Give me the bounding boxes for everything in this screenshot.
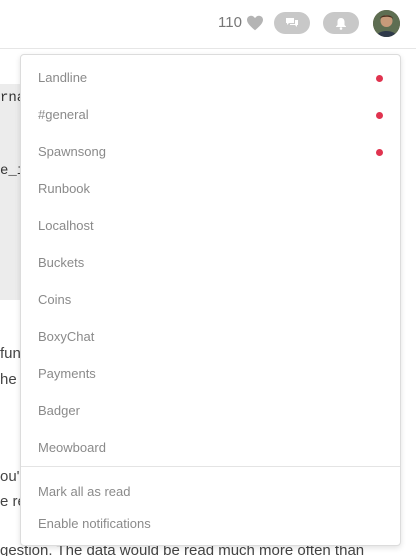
channel-item-meowboard[interactable]: Meowboard bbox=[21, 429, 400, 466]
likes-counter[interactable]: 110 bbox=[218, 14, 264, 31]
channel-item-coins[interactable]: Coins bbox=[21, 281, 400, 318]
channel-label: #general bbox=[38, 107, 89, 122]
page: rna e_i func he r ou'r e re gestion. The… bbox=[0, 0, 416, 556]
notifications-button[interactable] bbox=[323, 12, 359, 34]
channel-item-buckets[interactable]: Buckets bbox=[21, 244, 400, 281]
channel-item-boxychat[interactable]: BoxyChat bbox=[21, 318, 400, 355]
channel-label: Buckets bbox=[38, 255, 85, 270]
channel-label: Coins bbox=[38, 292, 72, 307]
top-bar: 110 bbox=[0, 0, 416, 49]
user-avatar-icon bbox=[373, 10, 400, 37]
channel-list: Landline #general Spawnsong Runbook Loca… bbox=[21, 55, 400, 466]
channel-item-localhost[interactable]: Localhost bbox=[21, 207, 400, 244]
channel-item-badger[interactable]: Badger bbox=[21, 392, 400, 429]
channel-label: Badger bbox=[38, 403, 80, 418]
channel-item-landline[interactable]: Landline bbox=[21, 59, 400, 96]
chat-button[interactable] bbox=[274, 12, 310, 34]
unread-dot-icon bbox=[376, 112, 383, 119]
bell-icon bbox=[336, 17, 346, 30]
channel-item-runbook[interactable]: Runbook bbox=[21, 170, 400, 207]
channels-dropdown: Landline #general Spawnsong Runbook Loca… bbox=[20, 54, 401, 546]
unread-dot-icon bbox=[376, 149, 383, 156]
channel-label: Spawnsong bbox=[38, 144, 106, 159]
channel-label: BoxyChat bbox=[38, 329, 95, 344]
channel-label: Runbook bbox=[38, 181, 91, 196]
channel-label: Landline bbox=[38, 70, 88, 85]
mark-all-read-button[interactable]: Mark all as read bbox=[21, 475, 400, 507]
chat-bubbles-icon bbox=[286, 18, 298, 27]
channel-label: Localhost bbox=[38, 218, 94, 233]
channel-label: Meowboard bbox=[38, 440, 106, 455]
dropdown-footer: Mark all as read Enable notifications bbox=[21, 467, 400, 539]
channel-item-general[interactable]: #general bbox=[21, 96, 400, 133]
avatar[interactable] bbox=[373, 10, 400, 37]
likes-count: 110 bbox=[218, 14, 242, 31]
channel-item-spawnsong[interactable]: Spawnsong bbox=[21, 133, 400, 170]
unread-dot-icon bbox=[376, 75, 383, 82]
channel-label: Payments bbox=[38, 366, 96, 381]
enable-notifications-button[interactable]: Enable notifications bbox=[21, 507, 400, 539]
heart-icon bbox=[246, 15, 263, 30]
channel-item-payments[interactable]: Payments bbox=[21, 355, 400, 392]
